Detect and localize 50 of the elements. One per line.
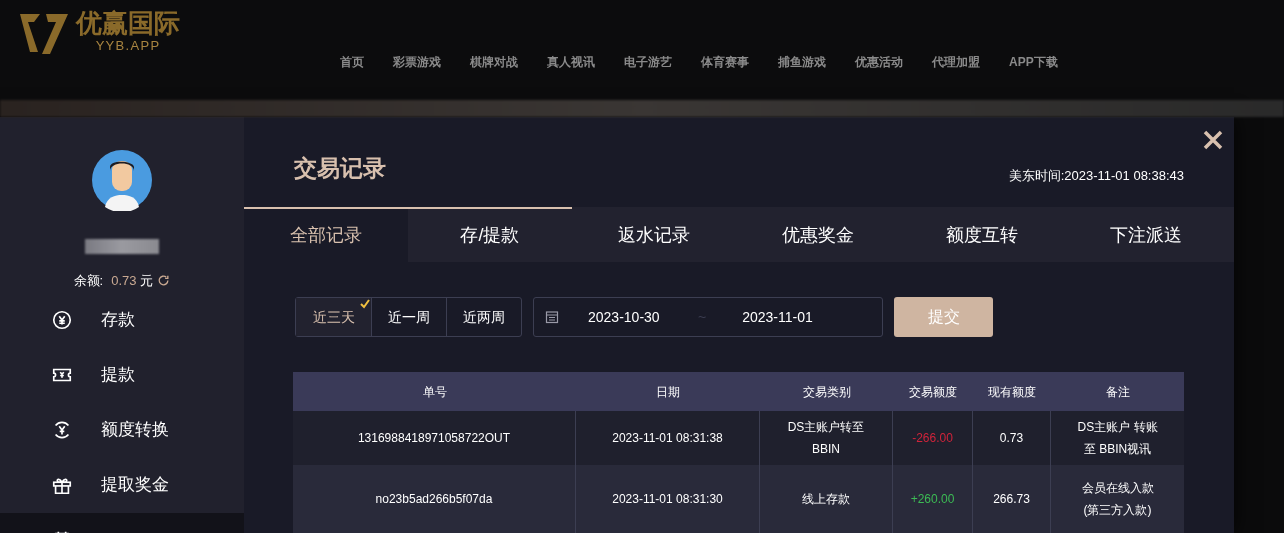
table-cell-text: 266.73: [993, 491, 1030, 508]
table-cell-text: no23b5ad266b5f07da: [375, 491, 493, 508]
check-icon: [360, 299, 370, 309]
tab[interactable]: 存/提款: [408, 207, 572, 262]
nav-link[interactable]: 体育赛事: [701, 53, 749, 71]
balance-label: 余额:: [73, 272, 104, 290]
column-header: 备注: [1104, 383, 1131, 401]
nav-link[interactable]: 捕鱼游戏: [778, 53, 826, 71]
nav-link[interactable]: 电子游艺: [624, 53, 672, 71]
page-title: 交易记录: [294, 153, 386, 183]
us-east-time: 美东时间:2023-11-01 08:38:43: [1008, 166, 1184, 185]
column-header: 单号: [421, 383, 448, 401]
column-header: 交易额度: [908, 383, 958, 401]
table-cell-text: -266.00: [912, 430, 953, 447]
tab[interactable]: 优惠奖金: [736, 207, 900, 262]
column-header: 日期: [655, 383, 681, 401]
calendar-icon: [545, 310, 559, 324]
refresh-icon[interactable]: [157, 274, 171, 288]
range-button[interactable]: 近一周: [371, 298, 446, 336]
nav-link[interactable]: 代理加盟: [932, 53, 980, 71]
tab[interactable]: 全部记录: [244, 207, 408, 262]
range-button[interactable]: 近两周: [446, 298, 521, 336]
date-range-field[interactable]: 2023-10-30 ~ 2023-11-01: [533, 297, 883, 337]
logo-domain: YYB.APP: [95, 37, 161, 56]
range-button[interactable]: 近三天: [296, 298, 371, 336]
table-cell-text: 1316988418971058722OUT: [357, 430, 511, 447]
avatar-icon: [91, 149, 153, 211]
column-header: 现有额度: [987, 383, 1037, 401]
table-cell-text: DS主账户 转账至 BBIN视讯: [1077, 419, 1158, 458]
table-cell-text: 线上存款: [801, 491, 851, 508]
table-cell-text: +260.00: [910, 491, 955, 508]
tab[interactable]: 返水记录: [572, 207, 736, 262]
table-cell-text: 会员在线入款(第三方入款): [1080, 480, 1155, 519]
nav-link[interactable]: 真人视讯: [547, 53, 595, 71]
nav-link[interactable]: 彩票游戏: [393, 53, 441, 71]
currency-label: 元: [140, 272, 154, 290]
nav-link[interactable]: 首页: [340, 53, 364, 71]
tab[interactable]: 下注派送: [1064, 207, 1228, 262]
nav-link[interactable]: 优惠活动: [855, 53, 903, 71]
column-header: 交易类别: [801, 383, 852, 401]
tab[interactable]: 额度互转: [900, 207, 1064, 262]
nav-link[interactable]: APP下载: [1009, 53, 1058, 71]
table-cell-text: 2023-11-01 08:31:38: [612, 430, 723, 447]
table-cell-text: 2023-11-01 08:31:30: [612, 491, 723, 508]
table-cell-text: 0.73: [999, 430, 1024, 447]
yen-coin-icon: [51, 309, 73, 331]
balance-value: 0.73: [111, 272, 137, 290]
nav-link[interactable]: 棋牌对战: [470, 53, 518, 71]
table-cell-text: DS主账户转至BBIN: [786, 419, 866, 458]
logo-name: 优赢国际: [76, 10, 180, 37]
